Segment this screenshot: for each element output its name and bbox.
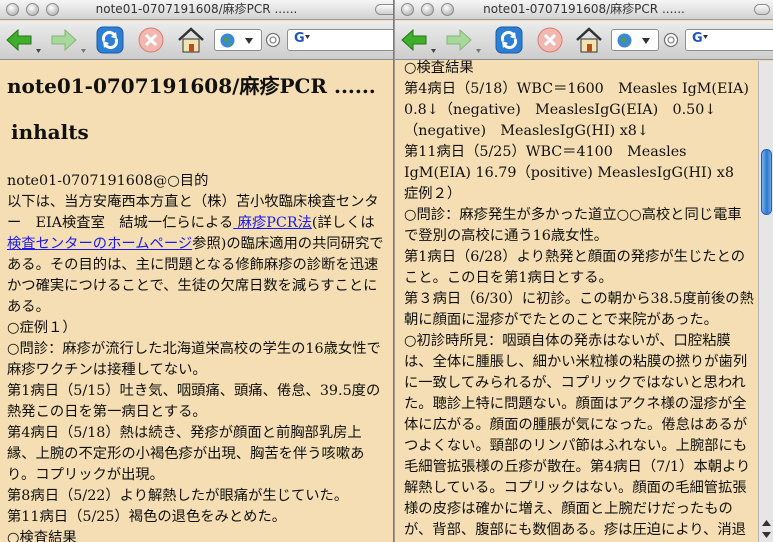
inline-link[interactable]: 麻疹PCR法 <box>233 215 312 231</box>
chevron-down-icon <box>245 38 253 44</box>
scroll-up-icon[interactable] <box>761 518 772 528</box>
close-window-button[interactable] <box>6 3 19 16</box>
article-paragraph: 第11病日（5/25）WBC＝4100 Measles IgM(EIA) 16.… <box>404 144 734 181</box>
stop-button[interactable] <box>135 25 167 55</box>
home-icon <box>576 27 602 53</box>
search-engine-field[interactable]: G <box>685 29 773 51</box>
scroll-down-icon[interactable] <box>761 530 772 540</box>
article-paragraph: ○問診：麻疹発生が多かった道立○○高校と同じ電車で登別の高校に通う16歳女性。 <box>404 207 742 244</box>
article-paragraph: note01-0707191608@○目的 以下は、当方安庵西本方直と（株）苫小牧… <box>7 171 385 234</box>
paragraph-text: 第8病日（5/22）より解熱したが眼痛が生じていた。 <box>7 488 349 504</box>
inline-link[interactable]: 検査センターのホームページ <box>7 236 192 252</box>
page-subtitle: inhalts <box>11 120 89 144</box>
article-body: ○検査結果第4病日（5/18）WBC＝1600 Measles IgM(EIA)… <box>404 58 755 541</box>
forward-arrow-icon <box>51 28 77 52</box>
scrollbar-thumb[interactable] <box>761 149 772 215</box>
toolbar-toggle-button[interactable] <box>375 4 393 15</box>
search-go-icon <box>265 32 281 48</box>
article-paragraph: 第8病日（5/22）より解熱したが眼痛が生じていた。 <box>7 486 385 507</box>
back-arrow-icon <box>401 28 427 52</box>
minimize-window-button[interactable] <box>421 3 434 16</box>
article-paragraph: ○検査結果 <box>7 528 385 542</box>
paragraph-text: ○症例１） <box>7 320 77 336</box>
article-paragraph: ○検査結果 <box>404 60 474 76</box>
title-bar[interactable]: note01-0707191608/麻疹PCR ...... <box>395 0 773 20</box>
article-paragraph: ○症例１） <box>7 318 385 339</box>
zoom-window-button[interactable] <box>46 3 59 16</box>
home-button[interactable] <box>176 25 206 55</box>
navigation-toolbar: G <box>0 21 393 60</box>
article-paragraph: 第4病日（5/18）熱は続き、発疹が顔面と前胸部乳房上縁、上腕の不定形の小褐色疹… <box>7 423 385 486</box>
search-engine-label: G <box>692 31 703 46</box>
article-paragraph: ○問診：麻疹が流行した北海道栄高校の学生の16歳女性で麻疹ワクチンは接種してない… <box>7 339 385 381</box>
back-history-icon[interactable] <box>36 49 41 53</box>
globe-icon <box>617 33 632 48</box>
back-button[interactable] <box>4 25 34 55</box>
window-title: note01-0707191608/麻疹PCR ...... <box>483 2 685 16</box>
vertical-scrollbar[interactable] <box>758 61 773 542</box>
go-button[interactable] <box>263 25 283 55</box>
reload-icon <box>96 26 124 54</box>
back-button[interactable] <box>399 25 429 55</box>
page-content[interactable]: ○検査結果第4病日（5/18）WBC＝1600 Measles IgM(EIA)… <box>395 58 773 542</box>
forward-button[interactable] <box>443 25 475 55</box>
article-paragraph: 第1病日（5/15）吐き気、咽頭痛、頭痛、倦怠、39.5度の熱発この日を第一病日… <box>7 381 385 423</box>
browser-window-left: note01-0707191608/麻疹PCR ...... G note01-… <box>0 0 394 542</box>
page-content[interactable]: note01-0707191608/麻疹PCR ...... inhalts n… <box>0 61 393 542</box>
home-icon <box>178 27 204 53</box>
zoom-window-button[interactable] <box>441 3 454 16</box>
search-engine-label: G <box>294 31 305 46</box>
search-go-icon <box>663 32 679 48</box>
article-paragraph: 第1病日（6/28）より熱発と顔面の発疹が生じたとのこと。この日を第1病日とする… <box>404 249 746 286</box>
search-engine-field[interactable]: G <box>287 29 393 51</box>
browser-window-right: note01-0707191608/麻疹PCR ...... G ○検査結果 第… <box>395 0 773 542</box>
window-title: note01-0707191608/麻疹PCR ...... <box>95 2 298 16</box>
title-bar[interactable]: note01-0707191608/麻疹PCR ...... <box>0 0 393 20</box>
reload-icon <box>495 26 523 54</box>
chevron-down-icon <box>642 38 650 44</box>
chevron-down-icon <box>703 35 708 39</box>
article-paragraph: 第３病日（6/30）に初診。この朝から38.5度前後の熱朝に顔面に湿疹がでたとの… <box>404 291 754 328</box>
minimize-window-button[interactable] <box>26 3 39 16</box>
back-history-icon[interactable] <box>431 49 436 53</box>
bookmarks-combo[interactable] <box>214 29 262 51</box>
forward-button[interactable] <box>48 25 80 55</box>
paragraph-text: 第11病日（5/25）褐色の退色をみとめた。 <box>7 509 287 525</box>
article-paragraph: 第4病日（5/18）WBC＝1600 Measles IgM(EIA) 0.8↓… <box>404 81 749 139</box>
article-body: note01-0707191608@○目的 以下は、当方安庵西本方直と（株）苫小牧… <box>7 171 385 542</box>
paragraph-text: note01-0707191608@○目的 <box>7 173 209 189</box>
paragraph-text: ○検査結果 <box>7 530 77 542</box>
reload-button[interactable] <box>493 25 525 55</box>
paragraph-text: (詳しくは <box>311 215 375 231</box>
globe-icon <box>220 33 235 48</box>
page-title: note01-0707191608/麻疹PCR ...... <box>7 74 376 98</box>
reload-button[interactable] <box>94 25 126 55</box>
article-paragraph: ○初診時所見：咽頭自体の発赤はないが、口腔粘膜は、全体に腫脹し、細かい米粒様の粘… <box>404 333 751 538</box>
home-button[interactable] <box>574 25 604 55</box>
forward-history-icon[interactable] <box>81 49 86 53</box>
navigation-toolbar: G <box>395 21 773 60</box>
stop-button[interactable] <box>534 25 566 55</box>
back-arrow-icon <box>6 28 32 52</box>
forward-arrow-icon <box>446 28 472 52</box>
forward-history-icon[interactable] <box>476 49 481 53</box>
close-window-button[interactable] <box>401 3 414 16</box>
paragraph-text: 第4病日（5/18）熱は続き、発疹が顔面と前胸部乳房上縁、上腕の不定形の小褐色疹… <box>7 425 365 483</box>
stop-icon <box>537 27 563 53</box>
bookmarks-combo[interactable] <box>611 29 659 51</box>
article-paragraph: 症例２） <box>404 186 462 202</box>
paragraph-text: 第1病日（5/15）吐き気、咽頭痛、頭痛、倦怠、39.5度の熱発この日を第一病日… <box>7 383 381 420</box>
paragraph-text: ○問診：麻疹が流行した北海道栄高校の学生の16歳女性で麻疹ワクチンは接種してない… <box>7 341 381 378</box>
toolbar-toggle-button[interactable] <box>754 4 770 15</box>
article-paragraph: 検査センターのホームページ参照)の臨床適用の共同研究である。その目的は、主に問題… <box>7 234 385 318</box>
article-paragraph: 第11病日（5/25）褐色の退色をみとめた。 <box>7 507 385 528</box>
stop-icon <box>138 27 164 53</box>
chevron-down-icon <box>305 35 310 39</box>
go-button[interactable] <box>661 25 681 55</box>
